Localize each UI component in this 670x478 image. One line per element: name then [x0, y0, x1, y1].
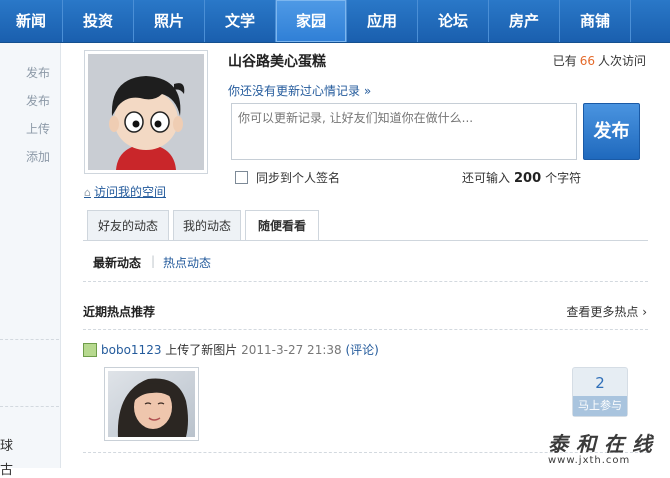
house-icon: ⌂: [84, 186, 91, 199]
sidebar-item-publish-2[interactable]: 发布: [26, 92, 50, 109]
visit-count: 已有 66 人次访问: [553, 52, 646, 69]
nav-item-invest[interactable]: 投资: [63, 0, 134, 42]
char-prefix: 还可输入: [462, 171, 511, 185]
join-button[interactable]: 2 马上参与: [572, 367, 628, 417]
hot-section-title: 近期热点推荐: [83, 305, 156, 319]
feed-user-link[interactable]: bobo1123: [101, 343, 161, 357]
feed-photo-image: [108, 371, 195, 437]
nav-item-shops[interactable]: 商铺: [560, 0, 631, 42]
no-update-link[interactable]: 你还没有更新过心情记录 »: [228, 82, 371, 99]
tab-my-feed[interactable]: 我的动态: [173, 210, 241, 240]
char-count: 200: [514, 171, 542, 186]
feed-timestamp: 2011-3-27 21:38: [241, 343, 342, 357]
sidebar-item-ball[interactable]: 球: [0, 435, 13, 454]
watermark-chinese: 泰和在线: [548, 432, 660, 456]
divider-2: [83, 329, 648, 330]
join-label: 马上参与: [573, 396, 627, 416]
nav-item-apps[interactable]: 应用: [347, 0, 418, 42]
photo-feed-icon: [83, 343, 97, 357]
subtab-separator: |: [151, 254, 156, 268]
avatar[interactable]: [84, 50, 208, 174]
more-hot-link[interactable]: 查看更多热点 ›: [566, 303, 647, 320]
site-watermark: 泰和在线 www.jxth.com: [548, 428, 660, 466]
sync-label: 同步到个人签名: [256, 171, 341, 185]
tab-friends-feed[interactable]: 好友的动态: [87, 210, 169, 240]
tabs-divider: [83, 240, 648, 241]
sidebar-divider-2: [0, 406, 59, 407]
join-count: 2: [595, 374, 605, 392]
subtab-hot[interactable]: 热点动态: [163, 254, 211, 271]
sidebar-item-add[interactable]: 添加: [26, 148, 50, 165]
feed-comment-link[interactable]: 评论: [350, 343, 374, 357]
nav-item-literature[interactable]: 文学: [205, 0, 276, 42]
visit-my-space-link[interactable]: ⌂ 访问我的空间: [84, 183, 166, 200]
feed-comment-paren-close: ): [374, 343, 379, 357]
divider: [83, 281, 648, 282]
nav-item-photos[interactable]: 照片: [134, 0, 205, 42]
visit-suffix: 人次访问: [597, 54, 646, 68]
visit-prefix: 已有: [552, 54, 577, 68]
nav-item-home[interactable]: 家园: [276, 0, 347, 42]
user-name: 山谷路美心蛋糕: [228, 54, 326, 70]
feed-item: bobo1123 上传了新图片 2011-3-27 21:38 (评论): [83, 341, 379, 358]
status-input[interactable]: [231, 103, 577, 160]
left-sidebar: 发布 发布 上传 添加 球 古: [0, 43, 61, 478]
char-suffix: 个字符: [545, 171, 582, 185]
nav-item-forum[interactable]: 论坛: [418, 0, 489, 42]
nav-item-news[interactable]: 新闻: [0, 0, 63, 42]
visit-number: 66: [579, 54, 595, 68]
avatar-image: [88, 54, 204, 170]
subtab-latest[interactable]: 最新动态: [93, 254, 141, 271]
nav-item-realestate[interactable]: 房产: [489, 0, 560, 42]
sidebar-item-upload[interactable]: 上传: [26, 120, 50, 137]
sidebar-item-old[interactable]: 古: [0, 459, 13, 478]
sync-signature-option[interactable]: 同步到个人签名: [235, 169, 340, 186]
feed-photo-thumbnail[interactable]: [104, 367, 199, 441]
publish-button[interactable]: 发布: [583, 103, 640, 160]
sidebar-divider: [0, 339, 59, 340]
top-navigation: 新闻 投资 照片 文学 家园 应用 论坛 房产 商铺: [0, 0, 670, 43]
tab-browse[interactable]: 随便看看: [245, 210, 319, 241]
visit-my-space-label: 访问我的空间: [93, 185, 166, 199]
feed-action: 上传了新图片: [165, 343, 238, 357]
sync-checkbox[interactable]: [235, 171, 248, 184]
sidebar-item-publish[interactable]: 发布: [26, 64, 50, 81]
char-remaining: 还可输入 200 个字符: [462, 169, 581, 186]
